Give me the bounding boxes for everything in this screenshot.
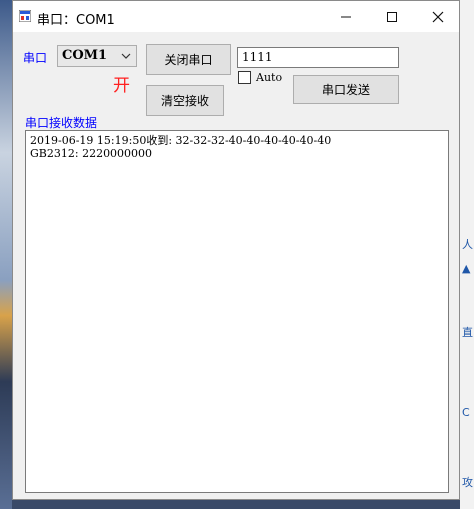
minimize-icon [341,16,351,17]
desktop-background-left [0,0,12,509]
close-icon [432,11,444,22]
desktop-glyph: 攻 [462,476,473,489]
close-port-button[interactable]: 关闭串口 [146,44,231,75]
send-input[interactable]: 1111 [237,47,399,68]
receive-line: 2019-06-19 15:19:50收到: 32-32-32-40-40-40… [30,134,332,147]
receive-label: 串口接收数据 [25,116,98,130]
port-status: 开 [113,76,130,96]
receive-textarea[interactable]: 2019-06-19 15:19:50收到: 32-32-32-40-40-40… [25,130,449,493]
desktop-glyph: ▲ [462,262,471,275]
desktop-background-right: 人 ▲ 直 C 攻 [459,0,474,509]
app-icon [19,10,31,22]
port-select[interactable]: COM1 [57,45,137,67]
maximize-button[interactable] [369,1,415,32]
maximize-icon [387,11,397,22]
minimize-button[interactable] [323,1,369,32]
send-button[interactable]: 串口发送 [293,75,399,104]
receive-line: GB2312: 2220000000 [30,147,153,160]
desktop-glyph: 直 [462,326,473,339]
port-select-value: COM1 [62,48,108,63]
port-label: 串口 [23,51,48,65]
auto-checkbox[interactable] [238,71,251,84]
clear-receive-button[interactable]: 清空接收 [146,85,224,116]
title-bar[interactable]: 串口：COM1 [13,1,459,32]
serial-port-window: 串口：COM1 串口 COM1 开 关闭串口 清空接收 1111 Auto 串口… [12,0,460,500]
desktop-glyph: C [462,406,470,419]
desktop-glyph: 人 [462,238,473,251]
window-title: 串口：COM1 [37,13,115,28]
chevron-down-icon [121,53,131,59]
auto-checkbox-label: Auto [256,71,283,84]
close-button[interactable] [415,1,461,32]
